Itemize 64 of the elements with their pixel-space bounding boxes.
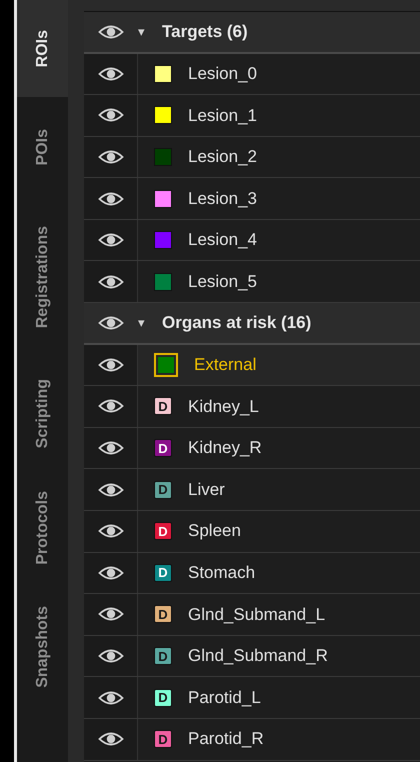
roi-row[interactable]: D Kidney_R <box>84 428 420 470</box>
eye-icon[interactable] <box>98 66 124 82</box>
eye-icon[interactable] <box>98 24 124 40</box>
eye-icon[interactable] <box>98 274 124 290</box>
roi-name: Lesion_1 <box>188 104 258 127</box>
eye-icon[interactable] <box>98 482 124 498</box>
eye-icon[interactable] <box>98 648 124 664</box>
eye-icon[interactable] <box>98 523 124 540</box>
roi-row[interactable]: D Parotid_R <box>84 718 420 760</box>
group-title: Targets (6) <box>162 21 248 43</box>
side-tab[interactable]: ROIs <box>17 0 68 97</box>
roi-row[interactable]: D Glnd_Submand_L <box>84 594 420 636</box>
color-letter-badge: D <box>154 397 172 416</box>
eye-icon[interactable] <box>98 690 124 706</box>
eye-icon[interactable] <box>98 606 124 622</box>
eye-icon[interactable] <box>98 107 124 124</box>
roi-name: Liver <box>188 478 225 501</box>
roi-name: Kidney_R <box>188 437 262 460</box>
roi-row[interactable]: Lesion_2 <box>84 136 420 178</box>
color-letter-badge: D <box>154 605 172 624</box>
color-letter-badge: D <box>154 439 172 458</box>
roi-name: Parotid_R <box>188 728 264 750</box>
roi-row[interactable]: Lesion_3 <box>84 178 420 220</box>
eye-icon[interactable] <box>98 232 124 248</box>
eye-icon[interactable] <box>98 440 124 456</box>
roi-row[interactable]: External <box>84 344 420 386</box>
collapse-arrow[interactable]: ▾ <box>138 22 154 42</box>
roi-name: Stomach <box>188 562 256 584</box>
roi-row[interactable]: Lesion_5 <box>84 261 420 304</box>
roi-name: Glnd_Submand_L <box>188 604 326 626</box>
roi-row[interactable]: D Glnd_Submand_R <box>84 636 420 678</box>
color-letter-badge: D <box>154 522 172 540</box>
roi-row[interactable]: D Liver <box>84 469 420 511</box>
roi-name: External <box>194 354 256 376</box>
color-letter-badge: D <box>154 688 172 707</box>
roi-row[interactable]: D Spleen <box>84 510 420 553</box>
roi-name: Parotid_L <box>188 686 261 709</box>
eye-icon[interactable] <box>98 398 124 414</box>
roi-name: Spleen <box>188 520 241 542</box>
roi-name: Lesion_2 <box>188 146 258 168</box>
eye-icon[interactable] <box>98 190 124 207</box>
roi-row[interactable]: D Stomach <box>84 552 420 594</box>
roi-name: Lesion_3 <box>188 188 258 210</box>
color-letter-badge: D <box>154 647 172 666</box>
roi-row[interactable]: Lesion_4 <box>84 220 420 262</box>
roi-name: Lesion_5 <box>188 271 258 294</box>
eye-icon[interactable] <box>98 314 124 331</box>
color-letter-badge: D <box>154 730 172 748</box>
roi-row[interactable]: Lesion_0 <box>84 54 420 96</box>
roi-name: Glnd_Submand_R <box>188 645 328 668</box>
roi-name: Lesion_4 <box>188 229 258 252</box>
roi-row[interactable]: Lesion_1 <box>84 95 420 137</box>
eye-icon[interactable] <box>98 356 124 373</box>
collapse-arrow[interactable]: ▾ <box>138 313 154 333</box>
eye-icon[interactable] <box>98 731 124 748</box>
eye-icon[interactable] <box>98 564 124 581</box>
roi-row[interactable]: D Parotid_L <box>84 677 420 719</box>
eye-icon[interactable] <box>98 148 124 165</box>
color-letter-badge: D <box>154 564 172 582</box>
group-title: Organs at risk (16) <box>162 312 312 334</box>
roi-row[interactable]: D Kidney_L <box>84 386 420 428</box>
roi-name: Kidney_L <box>188 396 259 418</box>
color-letter-badge: D <box>154 480 172 499</box>
roi-name: Lesion_0 <box>188 63 258 86</box>
